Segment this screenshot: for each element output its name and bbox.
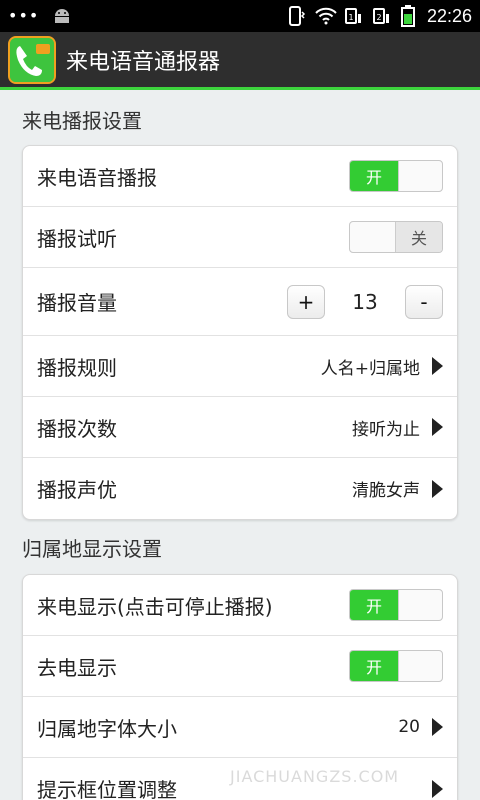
chevron-right-icon <box>432 779 443 798</box>
broadcast-settings-card: 来电语音播报 开 播报试听 关 播报音量 + 13 - 播报规则 人名+归属地 <box>22 145 458 520</box>
toggle-knob <box>398 161 442 191</box>
action-bar: 来电语音通报器 <box>0 32 480 90</box>
app-title: 来电语音通报器 <box>66 49 221 75</box>
svg-text:2: 2 <box>376 13 381 22</box>
chevron-right-icon <box>432 357 443 375</box>
row-outgoing-display[interactable]: 去电显示 开 <box>23 636 457 697</box>
volume-label: 播报音量 <box>37 291 117 315</box>
volume-plus-button[interactable]: + <box>287 284 325 319</box>
row-incoming-display[interactable]: 来电显示(点击可停止播报) 开 <box>23 575 457 636</box>
chevron-right-icon <box>432 479 443 498</box>
font-size-value: 20 <box>398 717 420 737</box>
toggle-knob <box>398 590 442 620</box>
voice-label: 播报声优 <box>37 478 117 502</box>
voice-value: 清脆女声 <box>352 481 420 501</box>
phone-vibrate-icon <box>288 6 306 26</box>
toggle-on-label: 开 <box>350 651 398 681</box>
outgoing-display-toggle[interactable]: 开 <box>349 650 443 682</box>
toggle-knob <box>350 222 396 252</box>
row-broadcast-rule[interactable]: 播报规则 人名+归属地 <box>23 336 457 397</box>
toggle-on-label: 开 <box>350 161 398 191</box>
status-bar: ••• 1 2 22:26 <box>0 0 480 32</box>
incoming-display-toggle[interactable]: 开 <box>349 589 443 621</box>
sim2-signal-icon: 2 <box>372 8 389 24</box>
count-value: 接听为止 <box>352 419 420 440</box>
watermark: JIACHUANGZS.COM <box>230 767 400 786</box>
font-size-label: 归属地字体大小 <box>37 716 177 741</box>
row-broadcast-voice[interactable]: 播报声优 清脆女声 <box>23 458 457 519</box>
outgoing-display-label: 去电显示 <box>37 655 117 680</box>
volume-minus-button[interactable]: - <box>405 284 443 319</box>
row-volume: 播报音量 + 13 - <box>23 268 457 336</box>
overflow-dots-icon: ••• <box>8 6 40 25</box>
section-header-location: 归属地显示设置 <box>22 536 162 561</box>
row-preview[interactable]: 播报试听 关 <box>23 207 457 268</box>
chevron-right-icon <box>432 718 443 736</box>
toggle-knob <box>398 651 442 681</box>
incoming-display-label: 来电显示(点击可停止播报) <box>37 594 273 619</box>
clock: 22:26 <box>426 5 472 26</box>
row-broadcast-count[interactable]: 播报次数 接听为止 <box>23 397 457 458</box>
settings-content[interactable]: 来电播报设置 来电语音播报 开 播报试听 关 播报音量 + 13 - 播报规则 … <box>0 93 480 800</box>
battery-icon <box>400 5 415 27</box>
section-header-broadcast: 来电播报设置 <box>22 108 142 133</box>
preview-label: 播报试听 <box>37 226 117 251</box>
svg-text:1: 1 <box>348 13 353 22</box>
preview-toggle[interactable]: 关 <box>349 221 443 253</box>
sim1-signal-icon: 1 <box>344 8 361 24</box>
rule-label: 播报规则 <box>37 355 117 380</box>
rule-value: 人名+归属地 <box>320 358 420 379</box>
volume-value: 13 <box>352 289 378 314</box>
row-font-size[interactable]: 归属地字体大小 20 <box>23 697 457 758</box>
wifi-icon <box>315 7 337 25</box>
android-icon <box>55 9 70 23</box>
row-voice-broadcast[interactable]: 来电语音播报 开 <box>23 146 457 207</box>
voice-broadcast-toggle[interactable]: 开 <box>349 160 443 192</box>
chevron-right-icon <box>432 418 443 436</box>
count-label: 播报次数 <box>37 416 117 441</box>
toggle-off-label: 关 <box>396 222 442 252</box>
volume-stepper: + 13 - <box>287 284 443 319</box>
app-logo-icon <box>8 35 56 84</box>
toggle-on-label: 开 <box>350 590 398 620</box>
voice-broadcast-label: 来电语音播报 <box>37 165 157 190</box>
